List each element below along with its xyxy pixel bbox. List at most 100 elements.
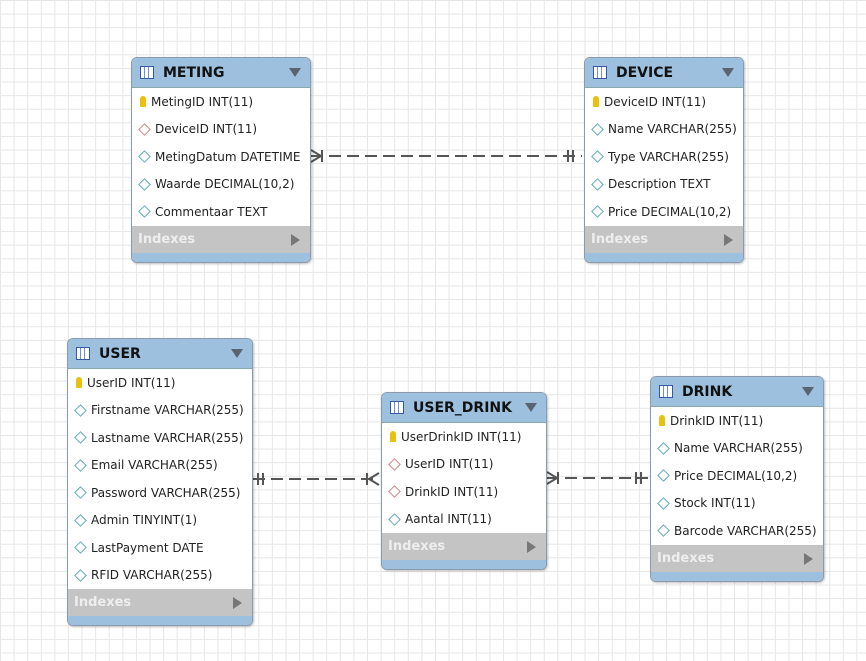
column-label: Admin TINYINT(1) (91, 513, 198, 528)
column-diamond-icon (657, 441, 670, 455)
expand-arrow-icon[interactable] (724, 233, 733, 246)
expand-arrow-icon[interactable] (291, 233, 300, 246)
collapse-triangle-icon[interactable] (525, 403, 537, 412)
column-diamond-icon (138, 150, 151, 164)
column-label: Email VARCHAR(255) (91, 458, 218, 473)
column-diamond-icon (74, 486, 87, 500)
table-header[interactable]: USER_DRINK (382, 393, 546, 423)
column-diamond-icon (657, 524, 670, 538)
column-label: DeviceID INT(11) (604, 94, 707, 109)
column-row[interactable]: Lastname VARCHAR(255) (68, 424, 252, 452)
table-user[interactable]: USER UserID INT(11) Firstname VARCHAR(255)… (67, 338, 253, 626)
column-label: UserID INT(11) (87, 375, 176, 390)
column-row[interactable]: Waarde DECIMAL(10,2) (132, 171, 310, 199)
column-label: Stock INT(11) (674, 496, 756, 511)
table-icon (76, 347, 90, 360)
indexes-section[interactable]: Indexes (68, 589, 252, 616)
column-label: Name VARCHAR(255) (608, 122, 737, 137)
column-diamond-icon (591, 150, 604, 164)
column-row[interactable]: Aantal INT(11) (382, 506, 546, 534)
column-label: LastPayment DATE (91, 540, 204, 555)
column-diamond-icon (657, 496, 670, 510)
column-label: Description TEXT (608, 177, 711, 192)
table-footer (132, 252, 310, 262)
column-label: RFID VARCHAR(255) (91, 568, 213, 583)
column-row[interactable]: UserID INT(11) (68, 369, 252, 397)
column-row[interactable]: Admin TINYINT(1) (68, 507, 252, 535)
column-label: Name VARCHAR(255) (674, 441, 803, 456)
foreign-key-diamond-icon (388, 457, 401, 471)
column-row[interactable]: Description TEXT (585, 171, 743, 199)
column-diamond-icon (591, 122, 604, 136)
indexes-label: Indexes (591, 231, 649, 247)
table-header[interactable]: DRINK (651, 377, 823, 407)
indexes-section[interactable]: Indexes (585, 225, 743, 253)
primary-key-icon (659, 415, 665, 427)
indexes-label: Indexes (388, 539, 446, 554)
collapse-triangle-icon[interactable] (722, 68, 734, 77)
column-row[interactable]: Password VARCHAR(255) (68, 479, 252, 507)
column-diamond-icon (74, 541, 87, 555)
column-diamond-icon (138, 205, 151, 219)
column-row[interactable]: DeviceID INT(11) (132, 116, 310, 144)
column-row[interactable]: UserID INT(11) (382, 451, 546, 479)
collapse-triangle-icon[interactable] (289, 68, 301, 77)
column-label: Price DECIMAL(10,2) (608, 204, 732, 219)
column-row[interactable]: MetingDatum DATETIME (132, 143, 310, 171)
expand-arrow-icon[interactable] (527, 541, 536, 553)
table-drink[interactable]: DRINK DrinkID INT(11) Name VARCHAR(255) Pri… (650, 376, 824, 582)
column-row[interactable]: Barcode VARCHAR(255) (651, 517, 823, 545)
table-name: USER (99, 345, 141, 362)
collapse-triangle-icon[interactable] (802, 387, 814, 396)
primary-key-icon (593, 96, 599, 108)
foreign-key-diamond-icon (388, 485, 401, 499)
collapse-triangle-icon[interactable] (231, 349, 243, 358)
table-header[interactable]: USER (68, 339, 252, 369)
column-row[interactable]: Type VARCHAR(255) (585, 143, 743, 171)
expand-arrow-icon[interactable] (804, 552, 813, 565)
column-row[interactable]: Price DECIMAL(10,2) (585, 198, 743, 226)
table-header[interactable]: DEVICE (585, 58, 743, 88)
column-row[interactable]: DrinkID INT(11) (651, 407, 823, 435)
table-meting[interactable]: METING MetingID INT(11) DeviceID INT(11) Me… (131, 57, 311, 263)
foreign-key-diamond-icon (138, 122, 151, 136)
indexes-label: Indexes (74, 595, 132, 610)
column-diamond-icon (74, 431, 87, 445)
column-label: MetingID INT(11) (151, 94, 254, 109)
indexes-section[interactable]: Indexes (382, 533, 546, 560)
column-row[interactable]: UserDrinkID INT(11) (382, 423, 546, 451)
table-device[interactable]: DEVICE DeviceID INT(11) Name VARCHAR(255) T… (584, 57, 744, 263)
table-name: METING (163, 64, 225, 81)
table-header[interactable]: METING (132, 58, 310, 88)
table-name: DRINK (682, 383, 733, 400)
indexes-section[interactable]: Indexes (132, 225, 310, 253)
column-label: DrinkID INT(11) (405, 484, 499, 499)
column-diamond-icon (138, 177, 151, 191)
column-row[interactable]: LastPayment DATE (68, 534, 252, 562)
column-row[interactable]: Name VARCHAR(255) (585, 116, 743, 144)
primary-key-icon (140, 96, 146, 108)
column-row[interactable]: Commentaar TEXT (132, 198, 310, 226)
column-row[interactable]: Name VARCHAR(255) (651, 435, 823, 463)
indexes-section[interactable]: Indexes (651, 544, 823, 572)
column-diamond-icon (74, 513, 87, 527)
column-diamond-icon (591, 205, 604, 219)
column-row[interactable]: DrinkID INT(11) (382, 478, 546, 506)
indexes-label: Indexes (657, 550, 715, 566)
column-label: Aantal INT(11) (405, 512, 492, 527)
column-diamond-icon (74, 403, 87, 417)
column-row[interactable]: Firstname VARCHAR(255) (68, 397, 252, 425)
column-label: Type VARCHAR(255) (608, 149, 729, 164)
column-row[interactable]: Stock INT(11) (651, 490, 823, 518)
column-row[interactable]: MetingID INT(11) (132, 88, 310, 116)
column-row[interactable]: Email VARCHAR(255) (68, 452, 252, 480)
column-row[interactable]: Price DECIMAL(10,2) (651, 462, 823, 490)
table-footer (382, 560, 546, 569)
table-user-drink[interactable]: USER_DRINK UserDrinkID INT(11) UserID INT(… (381, 392, 547, 570)
expand-arrow-icon[interactable] (233, 597, 242, 609)
column-row[interactable]: RFID VARCHAR(255) (68, 562, 252, 590)
column-label: Password VARCHAR(255) (91, 485, 241, 500)
column-label: Lastname VARCHAR(255) (91, 430, 244, 445)
column-row[interactable]: DeviceID INT(11) (585, 88, 743, 116)
table-icon (140, 66, 154, 79)
